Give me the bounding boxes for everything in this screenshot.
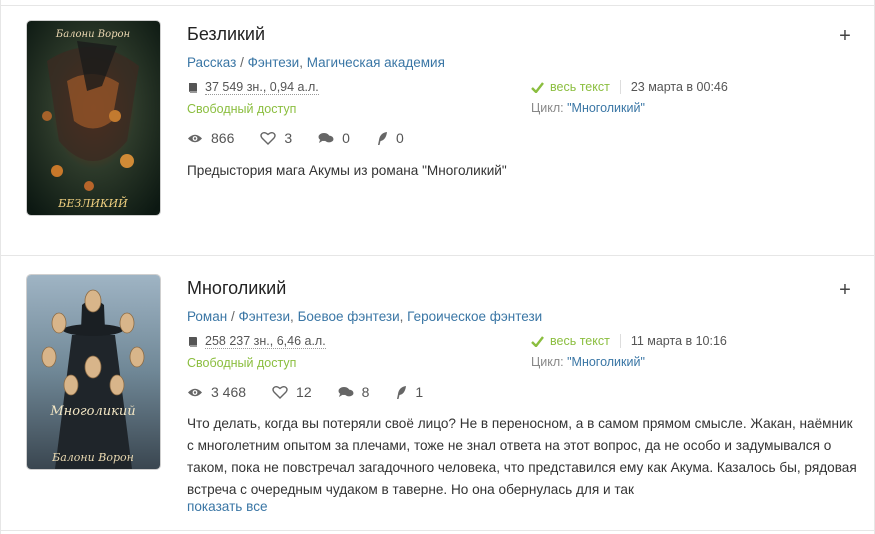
comma: , bbox=[290, 309, 298, 324]
status-separator bbox=[619, 334, 621, 348]
comments-counter[interactable]: 8 bbox=[338, 384, 370, 400]
books-list-page: Балони Ворон БЕЗЛИКИЙ Безликий + Рассказ… bbox=[0, 0, 875, 534]
book-genres: Роман / Фэнтези, Боевое фэнтези, Героиче… bbox=[187, 309, 542, 324]
likes-counter[interactable]: 12 bbox=[272, 384, 312, 400]
book-icon bbox=[189, 336, 197, 347]
status-full: весь текст bbox=[531, 334, 610, 348]
eye-icon bbox=[188, 388, 202, 396]
book-counters: 3 468 12 8 1 bbox=[187, 384, 449, 400]
cover-mid-text: Многоликий bbox=[49, 404, 135, 419]
show-all-link[interactable]: показать все bbox=[187, 499, 268, 514]
book-type-link[interactable]: Роман bbox=[187, 309, 227, 324]
cover-bottom-text: Балони Ворон bbox=[51, 451, 134, 464]
comments-icon bbox=[338, 387, 354, 397]
book-card: Многоликий Балони Ворон Многоликий + Ром… bbox=[0, 0, 875, 534]
access-label: Свободный доступ bbox=[187, 356, 297, 370]
book-cover[interactable]: Многоликий Балони Ворон bbox=[27, 275, 160, 469]
genre-link[interactable]: Фэнтези bbox=[238, 309, 290, 324]
cycle-link[interactable]: "Многоликий" bbox=[567, 355, 645, 369]
check-icon bbox=[531, 335, 544, 347]
cycle-label: Цикл: bbox=[531, 355, 564, 369]
book-size: 258 237 зн., 6,46 а.л. bbox=[187, 334, 326, 349]
status-text: весь текст bbox=[550, 334, 610, 348]
heart-icon bbox=[272, 386, 288, 399]
book-title[interactable]: Многоликий bbox=[187, 278, 286, 299]
book-status: весь текст 11 марта в 10:16 bbox=[531, 334, 727, 348]
genre-link[interactable]: Героическое фэнтези bbox=[407, 309, 542, 324]
book-cycle: Цикл: "Многоликий" bbox=[531, 355, 645, 369]
update-date: 11 марта в 10:16 bbox=[630, 334, 727, 348]
book-description: Что делать, когда вы потеряли своё лицо?… bbox=[187, 416, 857, 497]
cover-art: Многоликий Балони Ворон bbox=[27, 275, 160, 469]
rewards-count: 1 bbox=[415, 384, 424, 400]
size-text: 258 237 зн., 6,46 а.л. bbox=[205, 334, 326, 349]
genre-link[interactable]: Боевое фэнтези bbox=[298, 309, 400, 324]
add-to-library-button[interactable]: + bbox=[836, 280, 854, 300]
rewards-counter[interactable]: 1 bbox=[395, 384, 423, 400]
views-counter: 3 468 bbox=[187, 384, 246, 400]
views-count: 3 468 bbox=[211, 384, 247, 400]
likes-count: 12 bbox=[296, 384, 312, 400]
feather-icon bbox=[397, 385, 407, 399]
comments-count: 8 bbox=[361, 384, 370, 400]
